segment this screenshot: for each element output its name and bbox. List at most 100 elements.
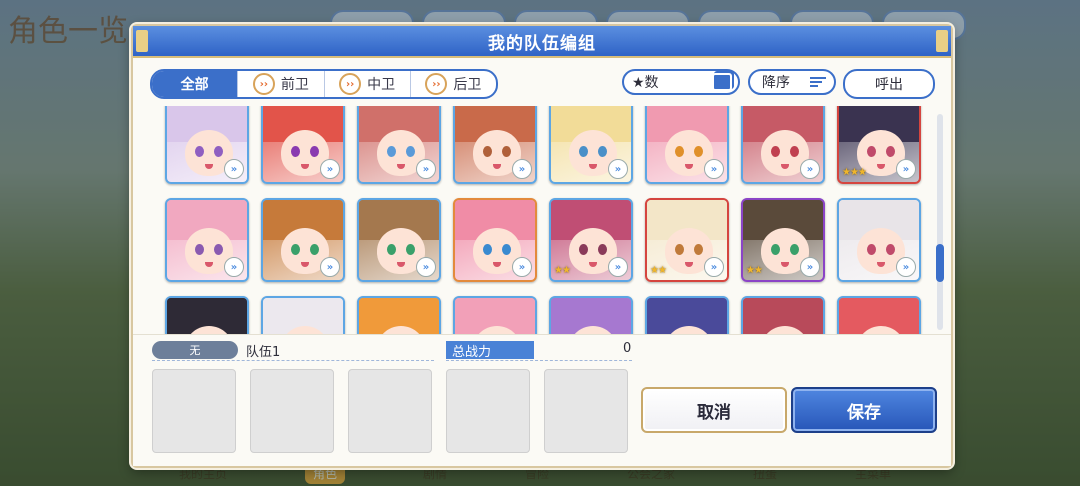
sort-order-label: 降序 [762, 75, 790, 91]
character-card[interactable]: » [453, 106, 537, 184]
character-card[interactable]: » [261, 106, 345, 184]
star-rank-icon: ★★★ [842, 167, 867, 178]
position-chevron-icon: » [512, 159, 532, 179]
filter-tab-label: 中卫 [367, 77, 396, 93]
character-card[interactable]: » [549, 106, 633, 184]
position-chevron-icon: » [800, 159, 820, 179]
character-card[interactable]: » [549, 296, 633, 334]
character-portrait-eye [598, 244, 607, 255]
character-portrait-eye [694, 244, 703, 255]
character-card[interactable]: » [837, 198, 921, 282]
character-portrait-eye [214, 244, 223, 255]
character-card[interactable]: » [645, 296, 729, 334]
character-portrait-eye [502, 146, 511, 157]
character-portrait-eye [387, 146, 396, 157]
character-portrait-eye [214, 146, 223, 157]
character-portrait-eye [310, 244, 319, 255]
sort-field-dropdown-icon [712, 73, 732, 91]
team-slot[interactable] [348, 369, 432, 453]
character-card[interactable]: ★★ » [645, 198, 729, 282]
position-chevron-icon: » [704, 257, 724, 277]
character-card[interactable]: » [165, 198, 249, 282]
sort-field-button[interactable]: ★数 [622, 69, 740, 95]
character-card[interactable]: » [165, 296, 249, 334]
filter-tab-2[interactable]: ›› 中卫 [323, 71, 410, 97]
position-chevron-icon: » [896, 257, 916, 277]
character-card[interactable]: » [645, 106, 729, 184]
character-portrait-eye [771, 146, 780, 157]
filter-tab-label: 全部 [180, 77, 209, 93]
character-card[interactable]: » [165, 106, 249, 184]
character-grid: » » » » » » » ★★★ » » » » » ★★ » ★★ » ★★ » » » » » » » » » » [165, 106, 925, 334]
character-portrait-eye [579, 146, 588, 157]
team-slot[interactable] [250, 369, 334, 453]
title-ornament-right [936, 30, 948, 52]
character-card[interactable]: » [741, 106, 825, 184]
character-portrait-eye [675, 244, 684, 255]
character-portrait-eye [195, 244, 204, 255]
character-portrait-eye [579, 244, 588, 255]
character-card[interactable]: » [261, 198, 345, 282]
character-portrait-eye [195, 146, 204, 157]
character-portrait-eye [291, 146, 300, 157]
filter-tab-label: 后卫 [453, 77, 482, 93]
character-card[interactable]: ★★ » [549, 198, 633, 282]
character-card[interactable]: » [741, 296, 825, 334]
background-title: 角色一览 [8, 14, 128, 49]
character-card[interactable]: ★★★ » [837, 106, 921, 184]
team-name-divider [152, 360, 434, 361]
character-portrait-eye [867, 146, 876, 157]
midguard-icon: ›› [339, 73, 362, 95]
position-chevron-icon: » [320, 159, 340, 179]
position-chevron-icon: » [512, 257, 532, 277]
sort-field-label: ★数 [632, 75, 659, 91]
star-rank-icon: ★★ [746, 265, 763, 276]
sort-order-button[interactable]: 降序 [748, 69, 836, 95]
team-name: 队伍1 [246, 345, 281, 360]
character-portrait-eye [483, 146, 492, 157]
character-card[interactable]: » [357, 296, 441, 334]
star-rank-icon: ★★ [650, 265, 667, 276]
character-grid-scrollbar[interactable] [936, 114, 944, 330]
character-portrait-eye [483, 244, 492, 255]
team-slot[interactable] [446, 369, 530, 453]
character-portrait-eye [675, 146, 684, 157]
position-chevron-icon: » [896, 159, 916, 179]
position-chevron-icon: » [704, 159, 724, 179]
character-portrait-eye [406, 244, 415, 255]
character-portrait-eye [771, 244, 780, 255]
team-slot[interactable] [544, 369, 628, 453]
character-portrait-eye [291, 244, 300, 255]
filter-tab-0[interactable]: 全部 [152, 71, 238, 97]
total-power-divider [446, 360, 632, 361]
character-portrait-eye [598, 146, 607, 157]
character-card[interactable]: » [357, 198, 441, 282]
title-ornament-left [136, 30, 148, 52]
team-panel: 无 队伍1 总战力 0 取消 保存 [133, 334, 951, 466]
position-chevron-icon: » [320, 257, 340, 277]
call-out-button[interactable]: 呼出 [843, 69, 935, 99]
scrollbar-thumb[interactable] [936, 244, 944, 282]
save-button[interactable]: 保存 [791, 387, 937, 433]
vanguard-icon: ›› [252, 73, 275, 95]
character-grid-viewport[interactable]: » » » » » » » ★★★ » » » » » ★★ » ★★ » ★★ » » » » » » » » » » [133, 106, 933, 334]
dialog-title-bar: 我的队伍编组 [133, 26, 951, 58]
total-power-value: 0 [623, 341, 632, 356]
filter-tab-3[interactable]: ›› 后卫 [409, 71, 496, 97]
team-slot[interactable] [152, 369, 236, 453]
character-card[interactable]: » [453, 198, 537, 282]
position-chevron-icon: » [608, 159, 628, 179]
cancel-button[interactable]: 取消 [641, 387, 787, 433]
character-portrait-eye [790, 146, 799, 157]
position-filter-group: 全部 ›› 前卫 ›› 中卫 ›› 后卫 [150, 69, 498, 99]
character-portrait-eye [387, 244, 396, 255]
character-card[interactable]: ★★ » [741, 198, 825, 282]
character-portrait-eye [310, 146, 319, 157]
filter-tab-1[interactable]: ›› 前卫 [237, 71, 323, 97]
character-card[interactable]: » [453, 296, 537, 334]
character-portrait-eye [867, 244, 876, 255]
character-card[interactable]: » [357, 106, 441, 184]
team-edit-dialog: 我的队伍编组 全部 ›› 前卫 ›› 中卫 ›› 后卫 ★数 降序 呼出 »»»»»»» ★★… [131, 24, 953, 468]
character-card[interactable]: » [837, 296, 921, 334]
character-card[interactable]: » [261, 296, 345, 334]
